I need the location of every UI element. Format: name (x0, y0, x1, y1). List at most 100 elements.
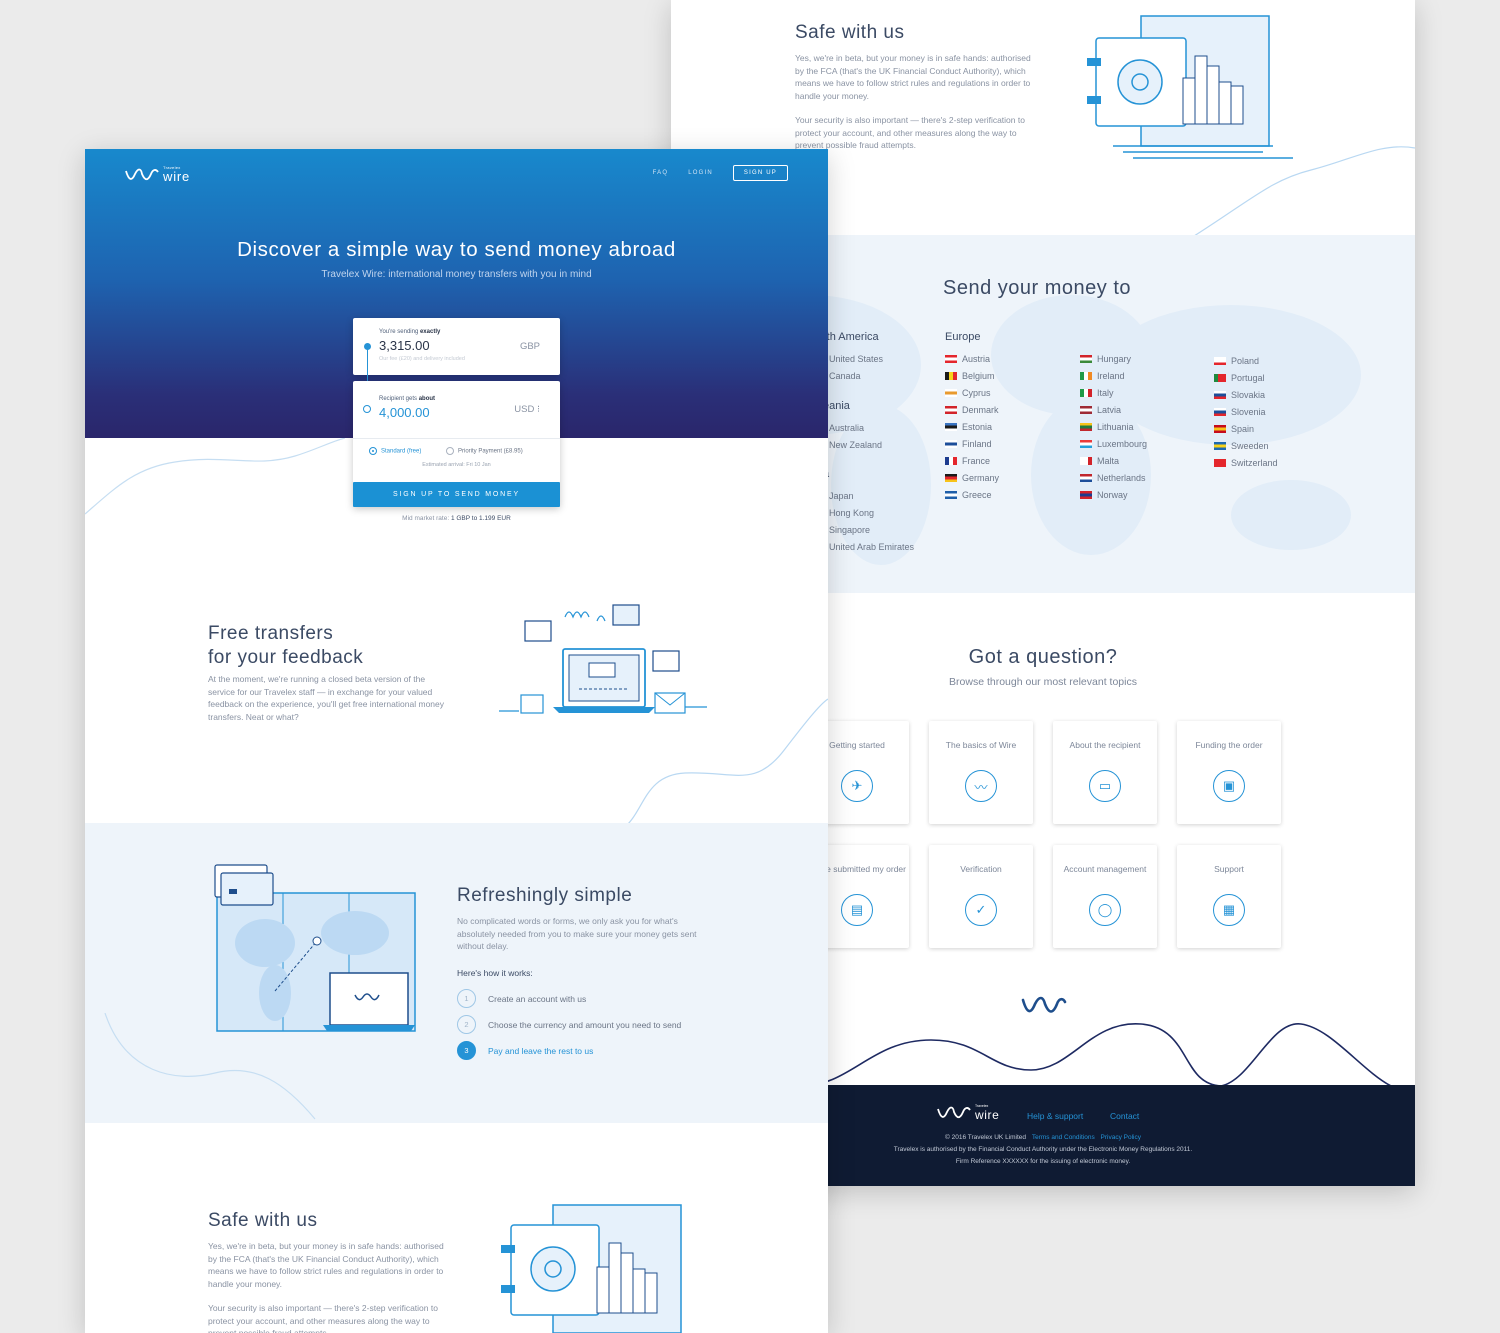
country-item[interactable]: Spain (1214, 423, 1254, 435)
simple-body: No complicated words or forms, we only a… (457, 916, 697, 951)
country-item[interactable]: Slovenia (1214, 406, 1266, 418)
nav-signup-button[interactable]: SIGN UP (732, 165, 788, 181)
footer-help-link[interactable]: Help & support (1027, 1111, 1083, 1121)
header-logo[interactable]: Travelex wire (125, 166, 190, 183)
country-label: Netherlands (1097, 473, 1146, 483)
flag-icon (1080, 440, 1092, 448)
faq-tile-label: The basics of Wire (945, 740, 1017, 750)
faq-tile[interactable]: Account management ◯ (1053, 845, 1157, 948)
country-item[interactable]: Denmark (945, 404, 999, 416)
flag-icon (945, 457, 957, 465)
country-item[interactable]: Cyprus (945, 387, 991, 399)
country-item[interactable]: Belgium (945, 370, 995, 382)
step-item: 3 Pay and leave the rest to us (457, 1041, 593, 1060)
country-label: Spain (1231, 424, 1255, 434)
footer-terms-link[interactable]: Terms and Conditions (1032, 1134, 1095, 1141)
flag-icon (1214, 442, 1226, 450)
footer-logo: Travelex wire (937, 1104, 1000, 1122)
faq-tile[interactable]: Verification ✓ (929, 845, 1033, 948)
country-item[interactable]: Austria (945, 353, 990, 365)
flag-icon (1214, 459, 1226, 467)
country-label: Lithuania (1097, 422, 1134, 432)
country-label: Ireland (1097, 371, 1125, 381)
signup-send-money-button[interactable]: SIGN UP TO SEND MONEY (353, 482, 560, 507)
receive-currency-select[interactable]: USD ⁝ (514, 404, 540, 415)
country-item[interactable]: New Zealand (829, 439, 882, 451)
country-item[interactable]: Ireland (1080, 370, 1125, 382)
country-label: Singapore (829, 525, 871, 535)
country-item[interactable]: United States (829, 353, 883, 365)
wave-decoration (104, 1013, 316, 1120)
footer-contact-link[interactable]: Contact (1110, 1111, 1139, 1121)
nav-faq-link[interactable]: FAQ (653, 170, 669, 176)
country-item[interactable]: Japan (829, 490, 854, 502)
country-item[interactable]: Portugal (1214, 372, 1265, 384)
flag-icon (945, 355, 957, 363)
faq-tile[interactable]: The basics of Wire 〰 (929, 721, 1033, 824)
country-item[interactable]: United Arab Emirates (829, 541, 914, 553)
country-label: Denmark (962, 405, 999, 415)
country-item[interactable]: Slovakia (1214, 389, 1265, 401)
send-amount-card[interactable]: You're sending exactly 3,315.00 GBP Our … (353, 318, 560, 375)
country-item[interactable]: France (945, 455, 990, 467)
country-label: New Zealand (829, 440, 883, 450)
step-label: Pay and leave the rest to us (488, 1045, 594, 1056)
step-item: 2 Choose the currency and amount you need… (457, 1015, 681, 1034)
faq-tile[interactable]: About the recipient ▭ (1053, 721, 1157, 824)
faq-tile[interactable]: Support ▦ (1177, 845, 1281, 948)
country-item[interactable]: Italy (1080, 387, 1114, 399)
faq-tile-label: Verification (960, 864, 1002, 874)
faq-tile[interactable]: Funding the order ▣ (1177, 721, 1281, 824)
flag-icon (945, 440, 957, 448)
country-item[interactable]: Norway (1080, 489, 1128, 501)
country-label: Italy (1097, 388, 1114, 398)
flag-icon (1080, 389, 1092, 397)
footer-brand-name: wire (975, 1107, 1000, 1122)
country-item[interactable]: Luxembourg (1080, 438, 1147, 450)
receive-amount-input[interactable]: 4,000.00 (379, 405, 430, 420)
country-label: Poland (1231, 356, 1260, 366)
country-label: Malta (1097, 456, 1120, 466)
europe-heading: Europe (945, 331, 981, 343)
country-item[interactable]: Germany (945, 472, 999, 484)
flag-icon (1214, 425, 1226, 433)
country-item[interactable]: Netherlands (1080, 472, 1146, 484)
timeline-dot (363, 405, 371, 413)
flag-icon (1080, 372, 1092, 380)
country-item[interactable]: Australia (829, 422, 864, 434)
country-item[interactable]: Latvia (1080, 404, 1121, 416)
country-item[interactable]: Sweeden (1214, 440, 1269, 452)
arrival-estimate: Estimated arrival: Fri 10 Jan (422, 462, 491, 468)
option-standard-radio[interactable]: Standard (free) (369, 447, 421, 455)
country-item[interactable]: Malta (1080, 455, 1119, 467)
country-label: Luxembourg (1097, 439, 1148, 449)
flag-icon (1214, 391, 1226, 399)
country-item[interactable]: Finland (945, 438, 992, 450)
faq-tile-label: Account management (1063, 864, 1147, 874)
flag-icon (945, 406, 957, 414)
flag-icon (1214, 374, 1226, 382)
country-item[interactable]: Greece (945, 489, 992, 501)
flag-icon (945, 372, 957, 380)
safe-body-2: Your security is also important — there'… (795, 115, 1025, 150)
country-item[interactable]: Poland (1214, 355, 1259, 367)
country-label: Slovenia (1231, 407, 1266, 417)
country-item[interactable]: Canada (829, 370, 861, 382)
country-item[interactable]: Hungary (1080, 353, 1131, 365)
region-heading: rth America (823, 331, 879, 343)
country-item[interactable]: Switzerland (1214, 457, 1278, 469)
footer-privacy-link[interactable]: Privacy Policy (1101, 1134, 1141, 1141)
send-amount-input[interactable]: 3,315.00 (379, 338, 430, 353)
send-currency-select[interactable]: GBP (520, 341, 540, 352)
country-item[interactable]: Singapore (829, 524, 870, 536)
flag-icon (945, 474, 957, 482)
option-priority-radio[interactable]: Priority Payment (£8.95) (446, 447, 523, 455)
country-item[interactable]: Hong Kong (829, 507, 874, 519)
nav-login-link[interactable]: LOGIN (688, 170, 713, 176)
mid-market-rate: Mid market rate: 1 GBP to 1.199 EUR (402, 515, 511, 522)
how-it-works-heading: Here's how it works: (457, 968, 533, 978)
chat-icon: ▦ (1213, 894, 1245, 926)
country-item[interactable]: Lithuania (1080, 421, 1134, 433)
country-item[interactable]: Estonia (945, 421, 992, 433)
receive-label: Recipient gets about (379, 396, 436, 402)
